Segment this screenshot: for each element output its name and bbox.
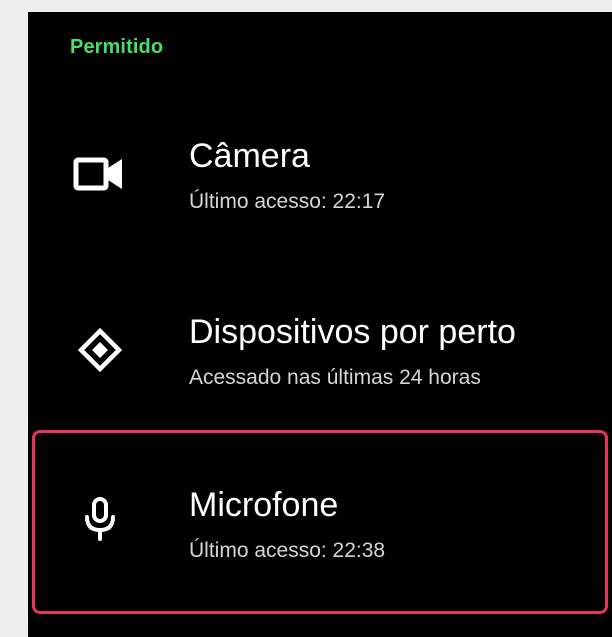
permission-subtitle: Último acesso: 22:38 <box>189 539 386 562</box>
nearby-devices-icon <box>68 318 132 382</box>
permission-title: Câmera <box>189 137 310 175</box>
permission-subtitle: Acessado nas últimas 24 horas <box>189 366 481 389</box>
permission-subtitle: Último acesso: 22:17 <box>189 190 386 213</box>
permission-item-microphone[interactable]: Microfone Último acesso: 22:38 <box>28 467 612 617</box>
microphone-icon <box>68 487 132 551</box>
camera-icon <box>68 142 132 206</box>
permission-list-screen: Permitido Câmera Último acesso: 22:17 Di… <box>28 12 612 637</box>
permission-item-camera[interactable]: Câmera Último acesso: 22:17 <box>28 112 612 262</box>
permission-title: Dispositivos por perto <box>189 313 516 351</box>
permission-item-nearby-devices[interactable]: Dispositivos por perto Acessado nas últi… <box>28 280 612 430</box>
permission-title: Microfone <box>189 486 339 524</box>
section-header-allowed: Permitido <box>70 36 164 58</box>
